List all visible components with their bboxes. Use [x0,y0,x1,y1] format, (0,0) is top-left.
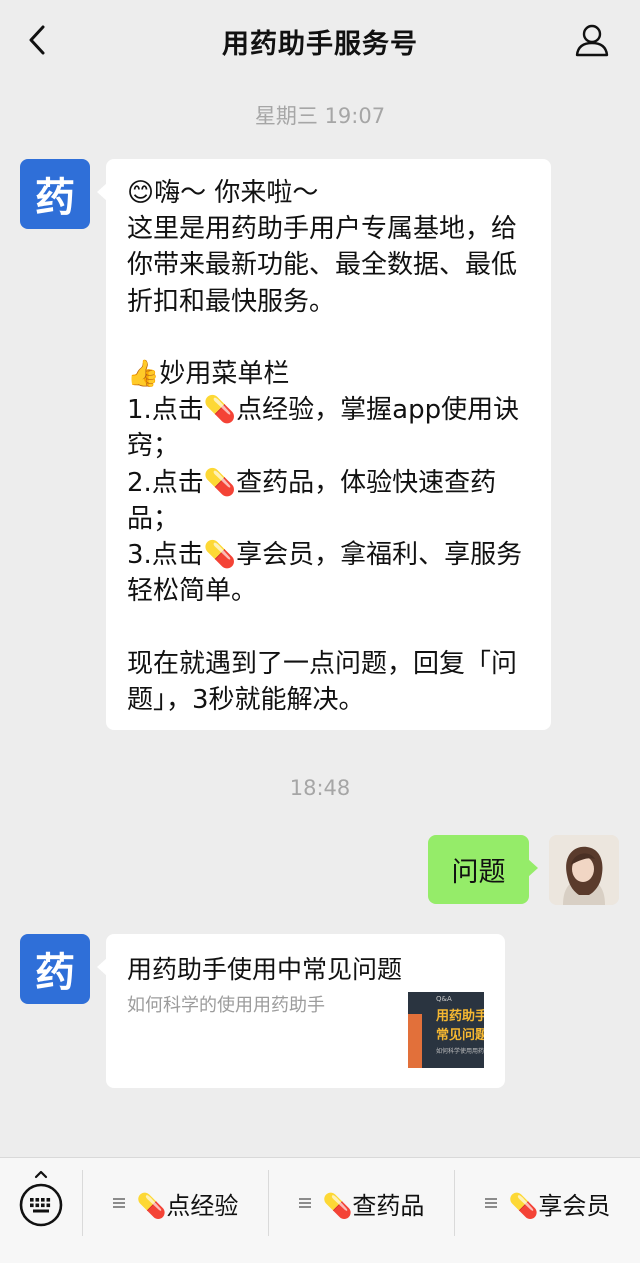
profile-button[interactable] [572,20,612,60]
welcome-message-text: 😊嗨～ 你来啦～ 这里是用药助手用户专属基地，给你带来最新功能、最全数据、最低折… [127,178,523,715]
thumbnail-accent-shape [408,1014,422,1068]
keyboard-icon [19,1170,63,1227]
user-avatar-photo [549,835,619,905]
menu-item-label: 💊点经验 [136,1191,239,1220]
menu-item-label: 💊享会员 [508,1191,611,1220]
thumbnail-title-line2: 常见问题 [436,1028,484,1043]
menu-lines-icon [298,1196,311,1210]
bot-avatar-char: 药 [35,174,75,221]
bot-avatar[interactable]: 药 [20,934,90,1004]
thumbnail-qa-label: Q&A [436,995,452,1003]
menu-item-drug-search[interactable]: 💊查药品 [269,1170,454,1236]
user-message-text: 问题 [451,857,506,888]
menu-lines-icon [112,1196,125,1210]
header-bar: 用药助手服务号 [0,0,640,80]
bottom-menu-bar: 💊点经验 💊查药品 💊享会员 [0,1157,640,1263]
article-description: 如何科学的使用用药助手 [127,995,325,1016]
page-title: 用药助手服务号 [222,29,418,60]
menu-lines-icon [484,1196,497,1210]
menu-item-experience[interactable]: 💊点经验 [83,1170,268,1236]
article-title: 用药助手使用中常见问题 [127,955,403,984]
keyboard-toggle-button[interactable] [14,1170,70,1230]
welcome-message-bubble[interactable]: 😊嗨～ 你来啦～ 这里是用药助手用户专属基地，给你带来最新功能、最全数据、最低折… [97,159,551,730]
bot-avatar-char: 药 [35,949,75,996]
message-timestamp: 18:48 [289,776,351,800]
article-thumbnail: Q&A 用药助手 常见问题 如何科学使用用药助手 [408,992,484,1068]
thumbnail-title-line1: 用药助手 [436,1009,484,1024]
menu-item-membership[interactable]: 💊享会员 [455,1170,640,1236]
article-card[interactable]: 用药助手使用中常见问题 如何科学的使用用药助手 Q&A 用药助手 常见问题 如何… [97,934,505,1088]
message-timestamp: 星期三 19:07 [254,104,386,128]
menu-item-label: 💊查药品 [322,1191,425,1220]
thumbnail-footer-text: 如何科学使用用药助手 [436,1048,484,1055]
user-avatar[interactable] [549,835,619,905]
user-message-bubble[interactable]: 问题 [428,835,538,904]
bot-avatar[interactable]: 药 [20,159,90,229]
user-profile-icon [575,24,609,57]
